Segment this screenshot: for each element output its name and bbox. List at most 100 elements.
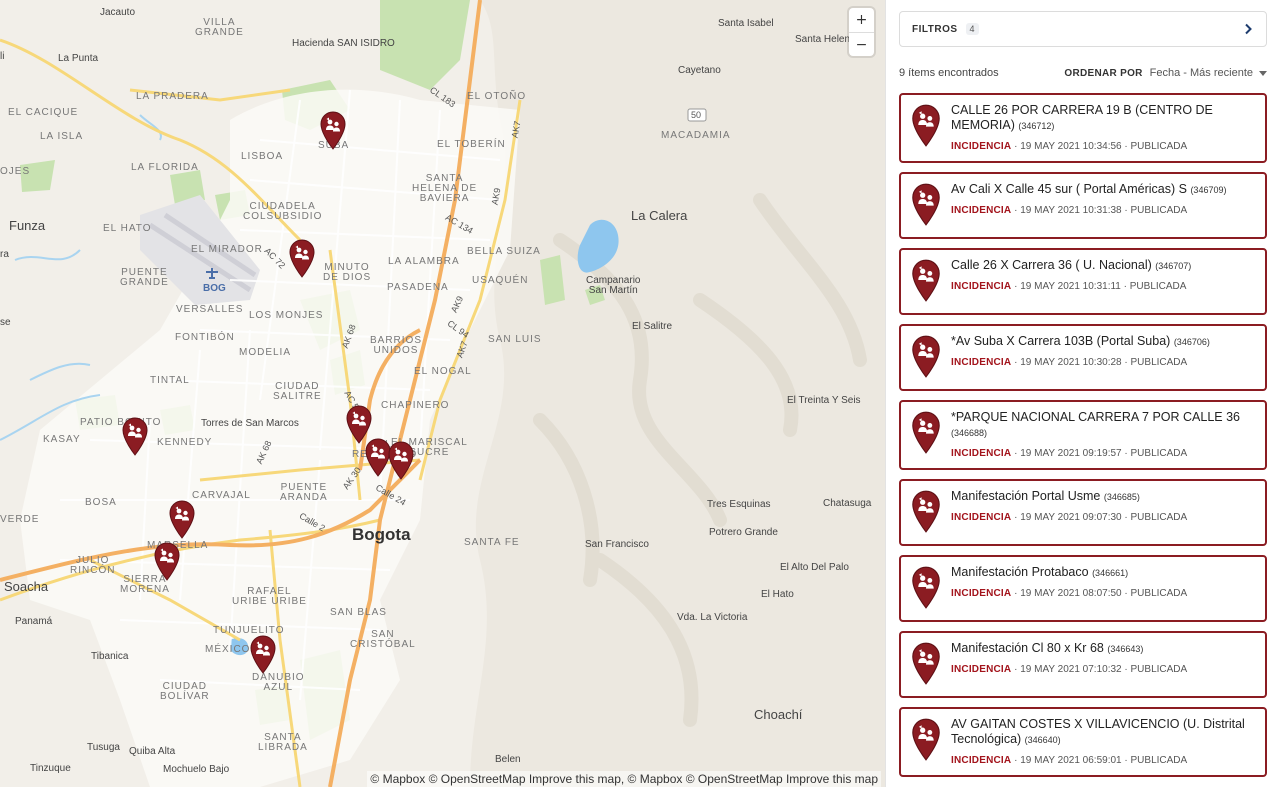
incident-card-body: AV GAITAN COSTES X VILLAVICENCIO (U. Dis… <box>951 717 1255 766</box>
incident-map-marker[interactable] <box>387 440 415 480</box>
map-canvas[interactable]: Jacauto VILLA GRANDE Hacienda SAN ISIDRO… <box>0 0 885 787</box>
incident-pin-icon <box>910 641 942 685</box>
incident-title: AV GAITAN COSTES X VILLAVICENCIO (U. Dis… <box>951 717 1255 748</box>
incident-map-marker[interactable] <box>153 541 181 581</box>
zoom-out-button[interactable]: − <box>849 32 874 56</box>
incident-card-body: Manifestación Portal Usme (346685) INCIDE… <box>951 489 1255 523</box>
incident-card[interactable]: Manifestación Cl 80 x Kr 68 (346643) INCI… <box>899 631 1267 698</box>
map-label: SANTA FE <box>464 537 520 548</box>
incident-pin-icon <box>910 258 942 302</box>
map-attribution[interactable]: © Mapbox © OpenStreetMap Improve this ma… <box>367 771 881 787</box>
map-label: EL MIRADOR <box>191 244 263 255</box>
incident-title-text: *Av Suba X Carrera 103B (Portal Suba) <box>951 334 1174 348</box>
incident-status: PUBLICADA <box>1130 141 1188 152</box>
incident-pin-icon <box>910 182 942 226</box>
incident-card-body: Av Cali X Calle 45 sur ( Portal Américas… <box>951 182 1255 216</box>
map-label: CIUDAD SALITRE <box>273 381 322 402</box>
filters-toggle[interactable]: FILTROS 4 <box>899 11 1267 47</box>
incident-status: PUBLICADA <box>1130 448 1188 459</box>
incident-date: 19 MAY 2021 10:30:28 <box>1020 357 1122 368</box>
incident-pin-icon <box>910 717 942 761</box>
incident-category: INCIDENCIA <box>951 512 1012 523</box>
caret-down-icon[interactable] <box>1259 70 1267 76</box>
incident-date: 19 MAY 2021 10:31:11 <box>1020 281 1121 292</box>
map-label: Tres Esquinas <box>707 499 771 510</box>
map-label: PUENTE ARANDA <box>280 482 328 503</box>
incident-card[interactable]: Av Cali X Calle 45 sur ( Portal Américas… <box>899 172 1267 239</box>
map-label: SAN CRISTÓBAL <box>350 629 416 650</box>
incident-date: 19 MAY 2021 09:07:30 <box>1020 512 1122 523</box>
incident-meta: INCIDENCIA · 19 MAY 2021 10:31:38 · PUBL… <box>951 205 1188 216</box>
incident-meta: INCIDENCIA · 19 MAY 2021 09:07:30 · PUBL… <box>951 512 1188 523</box>
map-label: CHAPINERO <box>381 400 450 411</box>
incident-card-body: Calle 26 X Carrera 36 ( U. Nacional) (34… <box>951 258 1255 292</box>
incident-card[interactable]: Manifestación Protabaco (346661) INCIDENC… <box>899 555 1267 622</box>
map-label: EL TOBERÍN <box>437 139 506 150</box>
map-label: LA ALAMBRA <box>388 256 460 267</box>
incident-status: PUBLICADA <box>1130 664 1188 675</box>
airport-code-label: BOG <box>203 283 226 294</box>
sort-select[interactable]: Fecha - Más reciente <box>1150 67 1253 79</box>
map-label: KENNEDY <box>157 437 213 448</box>
incident-title: Calle 26 X Carrera 36 ( U. Nacional) (34… <box>951 258 1255 274</box>
map-label: MÉXICO <box>205 644 251 655</box>
incident-pin-icon <box>910 489 942 533</box>
incident-category: INCIDENCIA <box>951 664 1012 675</box>
map-label: El Treinta Y Seis <box>787 395 861 406</box>
map-label: VILLA GRANDE <box>195 17 244 38</box>
incident-code: (346706) <box>1173 337 1210 347</box>
incident-map-marker[interactable] <box>249 634 277 674</box>
map-label: PASADENA <box>387 282 449 293</box>
incident-status: PUBLICADA <box>1130 588 1188 599</box>
map-label: SAN BLAS <box>330 607 387 618</box>
incident-map-marker[interactable] <box>319 110 347 150</box>
incident-card[interactable]: Manifestación Portal Usme (346685) INCIDE… <box>899 479 1267 546</box>
map-label: BARRIOS UNIDOS <box>370 335 423 356</box>
incident-meta: INCIDENCIA · 19 MAY 2021 10:34:56 · PUBL… <box>951 141 1188 152</box>
incident-pin-icon <box>910 334 942 378</box>
map-label: USAQUÉN <box>472 275 529 286</box>
incident-card[interactable]: CALLE 26 POR CARRERA 19 B (CENTRO DE MEM… <box>899 93 1267 163</box>
incident-meta: INCIDENCIA · 19 MAY 2021 06:59:01 · PUBL… <box>951 755 1188 766</box>
zoom-in-button[interactable]: + <box>849 8 874 32</box>
map-label: Hacienda SAN ISIDRO <box>292 38 395 49</box>
incident-title-text: Manifestación Protabaco <box>951 565 1093 579</box>
incident-card-body: CALLE 26 POR CARRERA 19 B (CENTRO DE MEM… <box>951 103 1255 152</box>
incident-card[interactable]: AV GAITAN COSTES X VILLAVICENCIO (U. Dis… <box>899 707 1267 777</box>
incident-category: INCIDENCIA <box>951 357 1012 368</box>
incident-map-marker[interactable] <box>121 416 149 456</box>
incident-map-marker[interactable] <box>288 238 316 278</box>
map-label: Santa Helena <box>795 34 856 45</box>
incident-card[interactable]: *PARQUE NACIONAL CARRERA 7 POR CALLE 36 … <box>899 400 1267 470</box>
incident-date: 19 MAY 2021 09:19:57 <box>1020 448 1122 459</box>
incident-title: Av Cali X Calle 45 sur ( Portal Américas… <box>951 182 1255 198</box>
map-label: Tinzuque <box>30 763 71 774</box>
map-label: Quiba Alta <box>129 746 176 757</box>
incident-card-body: Manifestación Protabaco (346661) INCIDENC… <box>951 565 1255 599</box>
incident-card[interactable]: Calle 26 X Carrera 36 ( U. Nacional) (34… <box>899 248 1267 315</box>
map-label: JULIO RINCÓN <box>70 555 116 576</box>
map-label: EL HATO <box>103 223 152 234</box>
sort-label: ORDENAR POR <box>1064 67 1143 79</box>
incident-card[interactable]: *Av Suba X Carrera 103B (Portal Suba) (3… <box>899 324 1267 391</box>
incident-title: *PARQUE NACIONAL CARRERA 7 POR CALLE 36 … <box>951 410 1255 441</box>
incident-title: CALLE 26 POR CARRERA 19 B (CENTRO DE MEM… <box>951 103 1255 134</box>
incident-code: (346661) <box>1092 568 1129 578</box>
map-label: OJES <box>0 166 31 177</box>
incident-map-marker[interactable] <box>168 499 196 539</box>
incident-code: (346688) <box>951 428 988 438</box>
map-label: Potrero Grande <box>709 527 778 538</box>
map-label: EL OTOÑO <box>467 91 527 102</box>
filters-label: FILTROS <box>912 23 958 35</box>
map-label: PUENTE GRANDE <box>120 267 169 288</box>
map-label: KASAY <box>43 434 81 445</box>
map-label: LISBOA <box>241 151 284 162</box>
map-label: Belen <box>495 754 521 765</box>
incident-date: 19 MAY 2021 10:34:56 <box>1020 141 1122 152</box>
map-label: LA PRADERA <box>136 91 209 102</box>
incident-title-text: Manifestación Cl 80 x Kr 68 <box>951 641 1108 655</box>
map-label: Cayetano <box>678 65 721 76</box>
map-label: SANTA LIBRADA <box>258 732 308 753</box>
map-label: El Salitre <box>632 321 673 332</box>
incident-date: 19 MAY 2021 06:59:01 <box>1020 755 1122 766</box>
